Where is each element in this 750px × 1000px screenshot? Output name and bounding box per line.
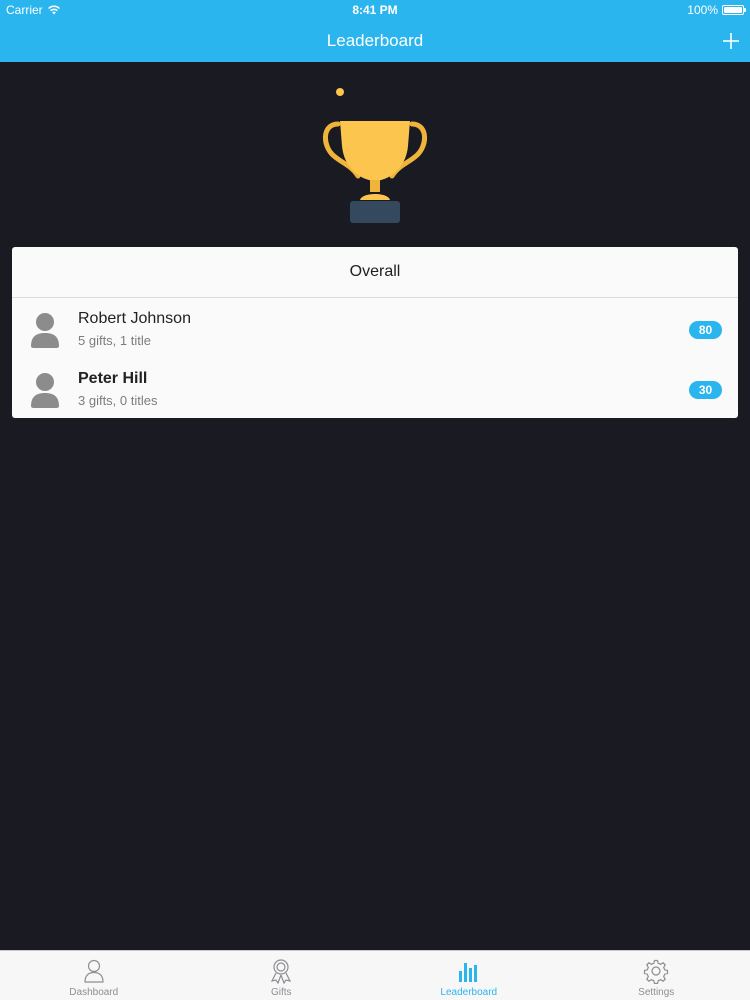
score-badge: 80 bbox=[689, 321, 722, 339]
list-item[interactable]: Robert Johnson 5 gifts, 1 title 80 bbox=[12, 306, 738, 366]
trophy-icon bbox=[323, 88, 427, 223]
tab-label: Dashboard bbox=[69, 987, 119, 998]
bar-chart-icon bbox=[458, 963, 477, 982]
avatar-icon bbox=[31, 313, 59, 348]
status-time: 8:41 PM bbox=[352, 3, 398, 17]
person-icon bbox=[84, 959, 104, 983]
leaderboard-card: Overall Robert Johnson 5 gifts, 1 title … bbox=[12, 247, 738, 418]
gear-icon bbox=[644, 959, 669, 984]
player-stats: 5 gifts, 1 title bbox=[78, 333, 151, 348]
tab-dashboard[interactable]: Dashboard bbox=[0, 951, 188, 1000]
battery-icon bbox=[722, 5, 746, 15]
status-battery: 100% bbox=[687, 3, 746, 17]
ribbon-award-icon bbox=[271, 959, 292, 984]
status-bar: Carrier 8:41 PM 100% bbox=[0, 0, 750, 20]
navigation-bar: Carrier 8:41 PM 100% Leaderboard bbox=[0, 0, 750, 62]
leaderboard-header: Overall bbox=[12, 247, 738, 298]
tab-gifts[interactable]: Gifts bbox=[188, 951, 376, 1000]
tab-label: Leaderboard bbox=[440, 987, 498, 998]
tab-bar: Dashboard Gifts Leaderboard Settings bbox=[0, 950, 750, 1000]
page-title: Leaderboard bbox=[326, 31, 424, 50]
player-name: Robert Johnson bbox=[78, 310, 191, 327]
tab-label: Gifts bbox=[270, 987, 292, 998]
tab-settings[interactable]: Settings bbox=[563, 951, 750, 1000]
tab-label: Settings bbox=[638, 987, 675, 998]
tab-leaderboard[interactable]: Leaderboard bbox=[375, 951, 563, 1000]
avatar-icon bbox=[31, 373, 59, 408]
player-stats: 3 gifts, 0 titles bbox=[78, 393, 158, 408]
score-badge: 30 bbox=[689, 381, 722, 399]
plus-icon[interactable] bbox=[720, 30, 742, 52]
player-name: Peter Hill bbox=[78, 370, 148, 387]
list-item[interactable]: Peter Hill 3 gifts, 0 titles 30 bbox=[12, 366, 738, 418]
battery-percent: 100% bbox=[687, 3, 718, 17]
